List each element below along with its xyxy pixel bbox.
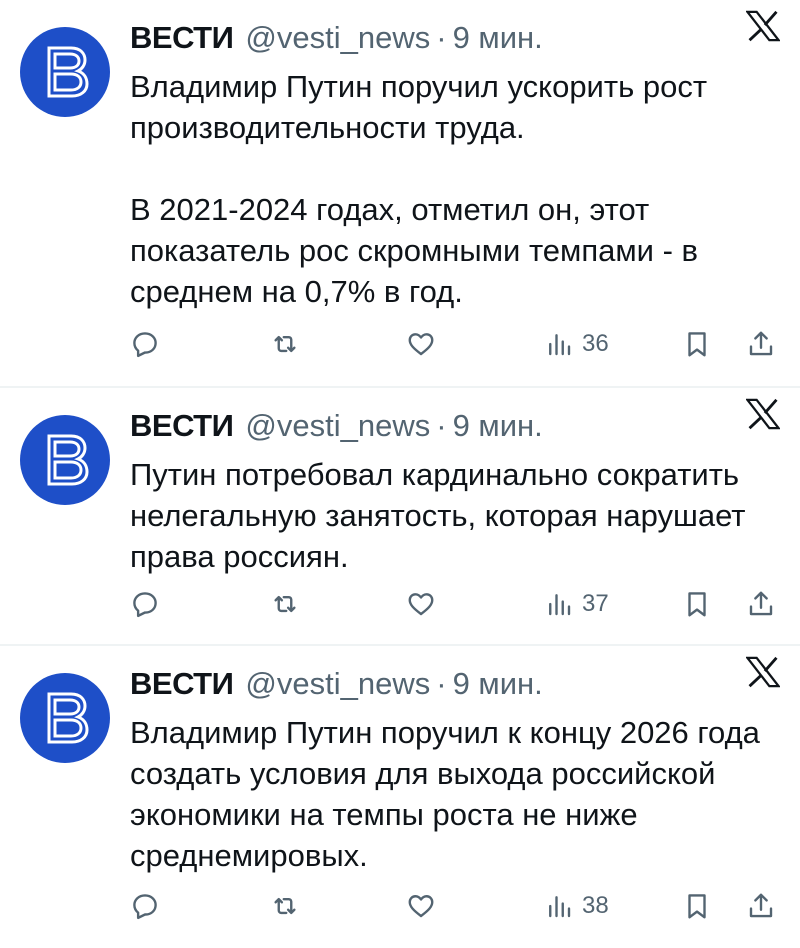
author-name[interactable]: ВЕСТИ [130, 408, 234, 444]
reply-icon [133, 332, 157, 358]
like-button[interactable] [406, 886, 436, 926]
tweet-text: Путин потребовал кардинально сократить н… [130, 457, 746, 574]
retweet-icon [274, 595, 296, 613]
views-icon [549, 896, 571, 918]
separator-dot: · [436, 20, 447, 55]
heart-icon [408, 333, 434, 356]
views-icon [549, 334, 571, 356]
timestamp[interactable]: 9 мин. [453, 20, 543, 56]
retweet-button[interactable] [270, 324, 300, 364]
share-button[interactable] [746, 886, 776, 926]
bookmark-icon [688, 894, 706, 919]
author-name[interactable]: ВЕСТИ [130, 666, 234, 702]
tweet-header: ВЕСТИ @vesti_news · 9 мин. [130, 666, 790, 710]
vesti-logo-icon [47, 434, 89, 486]
tweet-header: ВЕСТИ @vesti_news · 9 мин. [130, 20, 790, 64]
author-handle[interactable]: @vesti_news [245, 20, 430, 56]
tweet-header: ВЕСТИ @vesti_news · 9 мин. [130, 408, 790, 452]
share-button[interactable] [746, 584, 776, 624]
tweet-actions: 38 [130, 886, 780, 926]
avatar[interactable] [20, 415, 110, 505]
author-handle[interactable]: @vesti_news [245, 666, 430, 702]
tweet-actions: 36 [130, 324, 780, 364]
x-logo-icon [746, 656, 780, 688]
retweet-icon [274, 897, 296, 915]
views-count: 37 [582, 590, 609, 617]
share-icon [749, 893, 773, 918]
bookmark-icon [688, 332, 706, 357]
bookmark-button[interactable] [682, 324, 712, 364]
reply-icon [133, 592, 157, 618]
vesti-logo-icon [47, 46, 89, 98]
retweet-icon [274, 335, 296, 353]
tweet[interactable]: ВЕСТИ @vesti_news · 9 мин. Владимир Пути… [0, 0, 800, 386]
x-logo-icon [746, 10, 780, 42]
bookmark-icon [688, 592, 706, 617]
views-icon [549, 594, 571, 616]
share-button[interactable] [746, 324, 776, 364]
vesti-logo-icon [47, 692, 89, 744]
reply-button[interactable] [130, 886, 160, 926]
tweet-actions: 37 [130, 584, 780, 624]
retweet-button[interactable] [270, 886, 300, 926]
tweet-text: Владимир Путин поручил к концу 2026 года… [130, 715, 760, 873]
views-button[interactable]: 36 [544, 324, 609, 364]
views-button[interactable]: 37 [544, 584, 609, 624]
like-button[interactable] [406, 584, 436, 624]
like-button[interactable] [406, 324, 436, 364]
author-handle[interactable]: @vesti_news [245, 408, 430, 444]
views-button[interactable]: 38 [544, 886, 609, 926]
tweet[interactable]: ВЕСТИ @vesti_news · 9 мин. Путин потребо… [0, 388, 800, 644]
reply-button[interactable] [130, 324, 160, 364]
avatar[interactable] [20, 27, 110, 117]
separator-dot: · [436, 408, 447, 443]
heart-icon [408, 895, 434, 918]
tweet[interactable]: ВЕСТИ @vesti_news · 9 мин. Владимир Пути… [0, 646, 800, 948]
heart-icon [408, 593, 434, 616]
separator-dot: · [436, 666, 447, 701]
x-logo-icon [746, 398, 780, 430]
timestamp[interactable]: 9 мин. [453, 408, 543, 444]
retweet-button[interactable] [270, 584, 300, 624]
tweet-text: Владимир Путин поручил ускорить рост про… [130, 69, 708, 309]
share-icon [749, 591, 773, 616]
timestamp[interactable]: 9 мин. [453, 666, 543, 702]
avatar[interactable] [20, 673, 110, 763]
author-name[interactable]: ВЕСТИ [130, 20, 234, 56]
bookmark-button[interactable] [682, 886, 712, 926]
reply-button[interactable] [130, 584, 160, 624]
share-icon [749, 331, 773, 356]
tweet-feed: ВЕСТИ @vesti_news · 9 мин. Владимир Пути… [0, 0, 800, 948]
views-count: 36 [582, 330, 609, 357]
views-count: 38 [582, 892, 609, 919]
bookmark-button[interactable] [682, 584, 712, 624]
reply-icon [133, 894, 157, 920]
